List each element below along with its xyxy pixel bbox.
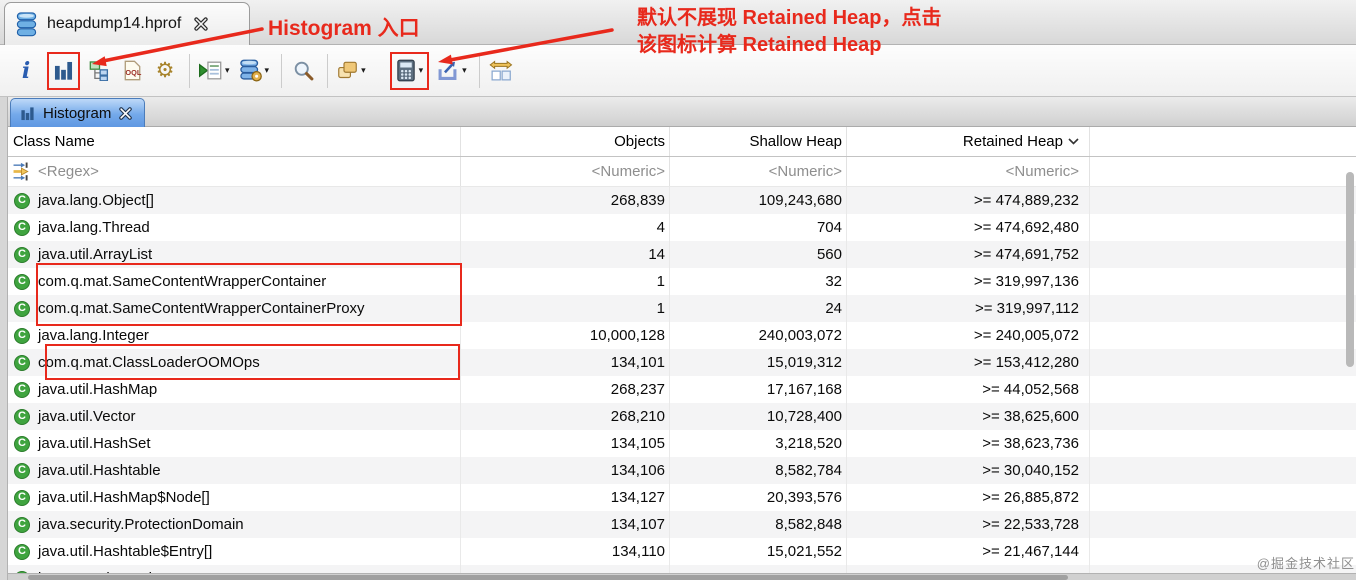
class-icon: C [14,463,30,479]
histogram-table: Class Name Objects Shallow Heap Retained… [8,127,1356,580]
tab-histogram[interactable]: Histogram [10,98,145,127]
table-row[interactable]: C java.util.HashSet 134,105 3,218,520 >=… [8,430,1356,457]
toolbar-button-search[interactable] [291,55,315,87]
class-icon: C [14,328,30,344]
filter-objects[interactable]: <Numeric> [461,157,670,186]
class-icon: C [14,544,30,560]
column-header-class-name[interactable]: Class Name [8,127,461,156]
table-row[interactable]: C java.security.ProtectionDomain 134,107… [8,511,1356,538]
table-row[interactable]: C java.util.HashMap$Node[] 134,127 20,39… [8,484,1356,511]
gear-icon: ⚙ [156,60,175,81]
class-icon: C [14,193,30,209]
annotation-retained-line2: 该图标计算 Retained Heap [637,32,941,59]
toolbar-button-dominator-tree[interactable] [87,55,111,87]
class-icon: C [14,274,30,290]
info-icon: i [22,60,30,82]
table-header-row: Class Name Objects Shallow Heap Retained… [8,127,1356,157]
export-icon [436,59,459,82]
table-row[interactable]: C java.util.HashMap 268,237 17,167,168 >… [8,376,1356,403]
toolbar-button-compare[interactable] [489,55,514,87]
table-row[interactable]: C java.lang.Integer 10,000,128 240,003,0… [8,322,1356,349]
table-filter-row: <Regex> <Numeric> <Numeric> <Numeric> [8,157,1356,187]
column-header-retained-heap[interactable]: Retained Heap [847,127,1090,156]
heap-dump-database-icon [15,12,38,37]
editor-tab-close-icon[interactable] [194,17,208,31]
toolbar-button-group-by[interactable]: ▾ [337,55,366,87]
table-body: C java.lang.Object[] 268,839 109,243,680… [8,187,1356,580]
class-icon: C [14,355,30,371]
class-icon: C [14,382,30,398]
toolbar-button-expert-tests[interactable]: ▾ [199,55,230,87]
class-icon: C [14,220,30,236]
filter-class-name[interactable]: <Regex> [8,157,461,186]
svg-text:OQL: OQL [125,68,141,77]
editor-tab-title: heapdump14.hprof [47,15,181,33]
watermark: @掘金技术社区 [1257,553,1355,572]
annotation-histogram-entry: Histogram 入口 [268,12,420,42]
table-row[interactable]: C java.util.Hashtable$Entry[] 134,110 15… [8,538,1356,565]
class-icon: C [14,490,30,506]
annotation-retained-heap: 默认不展现 Retained Heap，点击 该图标计算 Retained He… [637,5,941,59]
table-row[interactable]: C com.q.mat.ClassLoaderOOMOps 134,101 15… [8,349,1356,376]
toolbar-separator [479,54,480,88]
dropdown-arrow-icon[interactable]: ▾ [265,66,270,75]
class-icon: C [14,436,30,452]
table-row[interactable]: C com.q.mat.SameContentWrapperContainerP… [8,295,1356,322]
column-header-empty [1090,127,1356,156]
table-row[interactable]: C java.util.Vector 268,210 10,728,400 >=… [8,403,1356,430]
window-left-gutter [0,97,8,580]
table-row[interactable]: C java.lang.Object[] 268,839 109,243,680… [8,187,1356,214]
toolbar-button-histogram[interactable] [47,52,80,90]
toolbar-separator [327,54,328,88]
table-row[interactable]: C java.lang.Thread 4 704 >= 474,692,480 [8,214,1356,241]
query-browser-icon [239,59,262,82]
view-tab-label: Histogram [43,105,111,122]
vertical-scrollbar-thumb[interactable] [1346,172,1354,367]
calculator-icon [396,59,416,82]
regex-filter-icon [13,162,32,181]
toolbar-button-gear[interactable]: ⚙ [153,55,177,87]
column-header-objects[interactable]: Objects [461,127,670,156]
group-by-icon [337,60,358,81]
horizontal-scrollbar-track[interactable] [8,573,1356,580]
horizontal-scrollbar-thumb[interactable] [28,575,1068,580]
table-row[interactable]: C java.util.ArrayList 14 560 >= 474,691,… [8,241,1356,268]
expert-tests-icon [199,60,222,81]
histogram-icon [53,60,74,81]
search-icon [293,60,314,81]
mat-window: heapdump14.hprof i OQL ⚙ ▾ ▾ ▾ ▾ ▾ Histogram [0,0,1356,580]
compare-icon [489,59,514,82]
class-icon: C [14,301,30,317]
table-row[interactable]: C com.q.mat.SameContentWrapperContainer … [8,268,1356,295]
view-tabbar: Histogram [8,97,1356,127]
dropdown-arrow-icon[interactable]: ▾ [419,66,424,75]
toolbar-separator [189,54,190,88]
toolbar-button-export[interactable]: ▾ [436,55,467,87]
editor-tab-heapdump[interactable]: heapdump14.hprof [4,2,250,45]
class-icon: C [14,247,30,263]
toolbar-button-calculator[interactable]: ▾ [390,52,430,90]
oql-icon: OQL [122,60,143,81]
sort-desc-icon [1068,138,1079,145]
table-row[interactable]: C java.util.Hashtable 134,106 8,582,784 … [8,457,1356,484]
toolbar-button-info[interactable]: i [14,55,38,87]
dropdown-arrow-icon[interactable]: ▾ [361,66,366,75]
view-tab-close-icon[interactable] [119,107,132,120]
dominator-tree-icon [89,60,110,81]
toolbar-button-query-browser[interactable]: ▾ [239,55,270,87]
dropdown-arrow-icon[interactable]: ▾ [225,66,230,75]
annotation-retained-line1: 默认不展现 Retained Heap，点击 [637,5,941,32]
class-icon: C [14,409,30,425]
toolbar-separator [281,54,282,88]
dropdown-arrow-icon[interactable]: ▾ [462,66,467,75]
filter-shallow-heap[interactable]: <Numeric> [670,157,847,186]
filter-retained-heap[interactable]: <Numeric> [847,157,1090,186]
toolbar-button-oql[interactable]: OQL [120,55,144,87]
column-header-shallow-heap[interactable]: Shallow Heap [670,127,847,156]
class-icon: C [14,517,30,533]
histogram-tab-icon [20,106,35,121]
